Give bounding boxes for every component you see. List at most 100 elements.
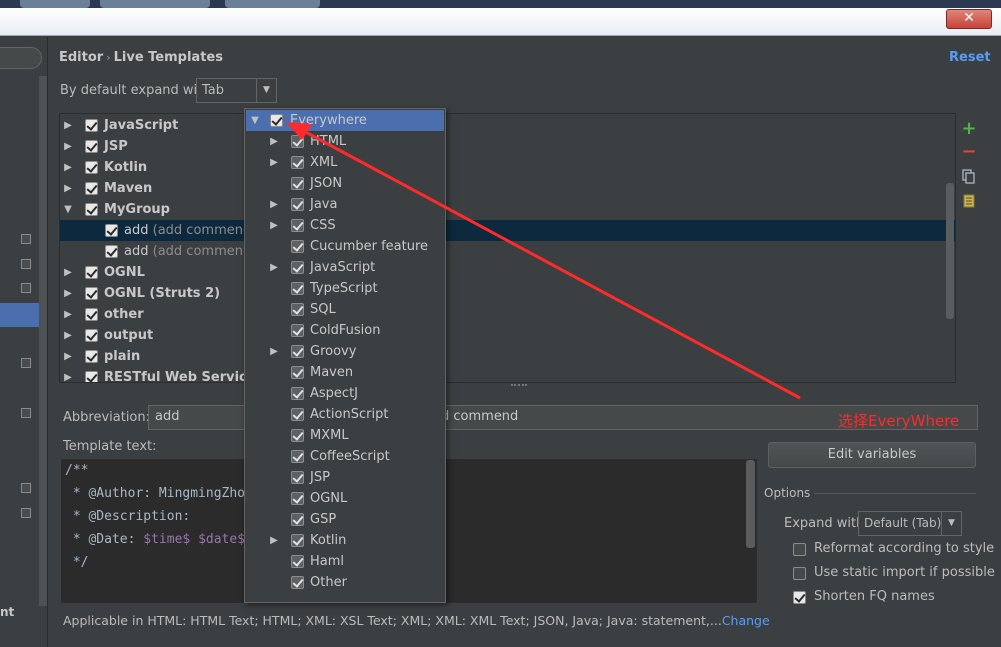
reset-link[interactable]: Reset (949, 50, 991, 65)
context-checkbox[interactable] (291, 261, 304, 274)
expand-arrow-icon[interactable]: ▶ (269, 152, 279, 173)
settings-nav-item-selected[interactable] (0, 303, 40, 327)
group-checkbox[interactable] (85, 140, 98, 153)
context-item[interactable]: ▶ HTML (246, 131, 444, 152)
expand-arrow-icon[interactable]: ▶ (63, 262, 73, 283)
expand-arrow-icon[interactable]: ▶ (63, 157, 73, 178)
template-row[interactable]: add (add comment) (60, 241, 955, 262)
context-checkbox[interactable] (291, 324, 304, 337)
expand-arrow-icon[interactable]: ▶ (63, 367, 73, 382)
settings-search-input[interactable] (0, 47, 42, 69)
abbreviation-input[interactable]: add (148, 405, 248, 430)
context-item[interactable]: ▶ Kotlin (246, 530, 444, 551)
tree-group-row[interactable]: ▶ plain (60, 346, 955, 367)
context-checkbox[interactable] (291, 387, 304, 400)
reformat-checkbox[interactable] (793, 543, 806, 556)
expand-arrow-icon[interactable]: ▶ (63, 115, 73, 136)
expand-arrow-icon[interactable]: ▶ (269, 530, 279, 551)
expand-arrow-icon[interactable]: ▶ (269, 215, 279, 236)
expand-arrow-icon[interactable]: ▶ (63, 346, 73, 367)
context-item[interactable]: JSP (246, 467, 444, 488)
group-checkbox[interactable] (85, 350, 98, 363)
group-checkbox[interactable] (85, 287, 98, 300)
expand-arrow-icon[interactable]: ▶ (269, 341, 279, 362)
context-checkbox[interactable] (291, 534, 304, 547)
options-expand-dropdown[interactable]: Default (Tab) ▼ (858, 511, 962, 536)
context-checkbox[interactable] (291, 303, 304, 316)
minus-icon[interactable]: − (958, 141, 980, 163)
context-checkbox[interactable] (291, 366, 304, 379)
tree-group-row[interactable]: ▼ MyGroup (60, 199, 955, 220)
context-item[interactable]: ▶ CSS (246, 215, 444, 236)
context-item[interactable]: MXML (246, 425, 444, 446)
expand-arrow-icon[interactable]: ▶ (63, 136, 73, 157)
group-checkbox[interactable] (85, 161, 98, 174)
context-checkbox[interactable] (291, 555, 304, 568)
expand-arrow-icon[interactable]: ▶ (269, 131, 279, 152)
group-checkbox[interactable] (85, 329, 98, 342)
context-item[interactable]: JSON (246, 173, 444, 194)
context-checkbox[interactable] (291, 282, 304, 295)
tree-group-row[interactable]: ▶ OGNL (60, 262, 955, 283)
expand-arrow-icon[interactable]: ▶ (269, 194, 279, 215)
notes-icon[interactable] (958, 190, 980, 212)
group-checkbox[interactable] (85, 119, 98, 132)
context-item-everywhere[interactable]: ▼ Everywhere (246, 110, 444, 131)
context-item[interactable]: TypeScript (246, 278, 444, 299)
context-item[interactable]: Cucumber feature (246, 236, 444, 257)
tree-group-row[interactable]: ▶ output (60, 325, 955, 346)
context-item[interactable]: ▶ JavaScript (246, 257, 444, 278)
context-item[interactable]: SQL (246, 299, 444, 320)
tree-scrollbar[interactable] (946, 183, 954, 319)
context-checkbox[interactable] (270, 114, 283, 127)
settings-nav-scrollbar[interactable] (39, 76, 47, 606)
group-checkbox[interactable] (85, 308, 98, 321)
context-checkbox[interactable] (291, 492, 304, 505)
context-item[interactable]: ▶ XML (246, 152, 444, 173)
tree-group-row[interactable]: ▶ Maven (60, 178, 955, 199)
expand-with-dropdown[interactable]: Tab ▼ (196, 78, 277, 103)
context-item[interactable]: ActionScript (246, 404, 444, 425)
context-item[interactable]: GSP (246, 509, 444, 530)
shorten-fq-checkbox[interactable] (793, 591, 806, 604)
template-checkbox[interactable] (105, 224, 118, 237)
context-checkbox[interactable] (291, 450, 304, 463)
close-button[interactable]: ✕ (946, 9, 992, 29)
context-item[interactable]: ColdFusion (246, 320, 444, 341)
context-item[interactable]: OGNL (246, 488, 444, 509)
template-checkbox[interactable] (105, 245, 118, 258)
group-checkbox[interactable] (85, 266, 98, 279)
edit-variables-button[interactable]: Edit variables (768, 442, 976, 468)
group-checkbox[interactable] (85, 203, 98, 216)
context-item[interactable]: ▶ Groovy (246, 341, 444, 362)
context-item[interactable]: ▶ Java (246, 194, 444, 215)
context-checkbox[interactable] (291, 135, 304, 148)
context-item[interactable]: AspectJ (246, 383, 444, 404)
context-checkbox[interactable] (291, 219, 304, 232)
settings-nav-item-label[interactable]: nt (0, 605, 14, 619)
tree-group-row[interactable]: ▶ RESTful Web Services (60, 367, 955, 382)
tree-group-row[interactable]: ▶ Kotlin (60, 157, 955, 178)
context-checkbox[interactable] (291, 471, 304, 484)
context-item[interactable]: Maven (246, 362, 444, 383)
expand-arrow-icon[interactable]: ▶ (63, 283, 73, 304)
context-item[interactable]: Other (246, 572, 444, 593)
expand-arrow-icon[interactable]: ▶ (63, 304, 73, 325)
plus-icon[interactable]: + (958, 118, 980, 140)
expand-arrow-icon[interactable]: ▶ (63, 178, 73, 199)
context-checkbox[interactable] (291, 156, 304, 169)
tree-group-row[interactable]: ▶ other (60, 304, 955, 325)
group-checkbox[interactable] (85, 182, 98, 195)
editor-scrollbar[interactable] (746, 460, 755, 548)
collapse-arrow-icon[interactable]: ▼ (63, 199, 73, 220)
expand-arrow-icon[interactable]: ▶ (269, 257, 279, 278)
context-checkbox[interactable] (291, 240, 304, 253)
tree-group-row[interactable]: ▶ JavaScript (60, 115, 955, 136)
template-row-selected[interactable]: add (add commend) (60, 220, 955, 241)
change-context-link[interactable]: Change (722, 613, 770, 628)
collapse-arrow-icon[interactable]: ▼ (250, 110, 260, 131)
tree-group-row[interactable]: ▶ JSP (60, 136, 955, 157)
context-item[interactable]: Haml (246, 551, 444, 572)
tree-group-row[interactable]: ▶ OGNL (Struts 2) (60, 283, 955, 304)
context-checkbox[interactable] (291, 177, 304, 190)
